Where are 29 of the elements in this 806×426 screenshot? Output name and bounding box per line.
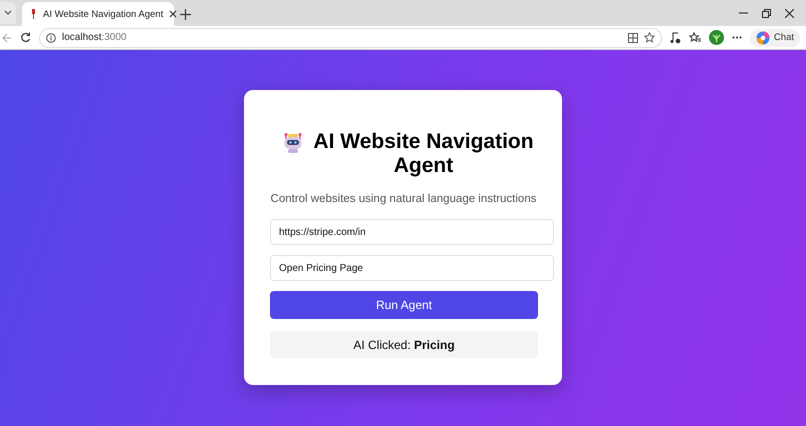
chevron-down-icon	[4, 10, 12, 16]
result-message: AI Clicked: Pricing	[270, 331, 538, 358]
reload-icon[interactable]	[20, 32, 31, 43]
text-field[interactable]: https://stripe.com/in	[270, 219, 554, 245]
close-icon[interactable]	[785, 8, 794, 18]
favorites-icon[interactable]	[688, 32, 701, 43]
restore-icon[interactable]	[762, 8, 771, 18]
chat-logo-icon	[756, 30, 770, 44]
close-icon[interactable]	[169, 10, 178, 18]
minimize-icon[interactable]	[739, 12, 748, 14]
more-icon[interactable]	[732, 36, 742, 39]
pin-icon	[30, 9, 37, 19]
music-note-icon[interactable]	[670, 32, 681, 44]
info-icon	[46, 32, 56, 42]
address-bar[interactable]: localhost:3000	[39, 28, 662, 48]
chat-button[interactable]: Chat	[750, 28, 800, 46]
subtitle: Control websites using natural language instructions	[270, 193, 537, 205]
run-agent-button[interactable]: Run Agent	[270, 291, 538, 319]
profile-avatar-icon[interactable]	[708, 30, 724, 45]
page-title: AI Website Navigation Agent	[312, 130, 535, 178]
browser-tab[interactable]: AI Website Navigation Agent	[22, 2, 174, 26]
text-field[interactable]: Open Pricing Page	[270, 255, 554, 281]
plus-icon[interactable]	[180, 8, 191, 20]
url-text: localhost:3000	[62, 32, 126, 43]
robot-icon	[282, 132, 304, 154]
star-icon[interactable]	[644, 32, 655, 43]
tab-list-button[interactable]	[0, 2, 16, 24]
tab-title: AI Website Navigation Agent	[43, 8, 164, 20]
grid-icon[interactable]	[628, 32, 638, 42]
